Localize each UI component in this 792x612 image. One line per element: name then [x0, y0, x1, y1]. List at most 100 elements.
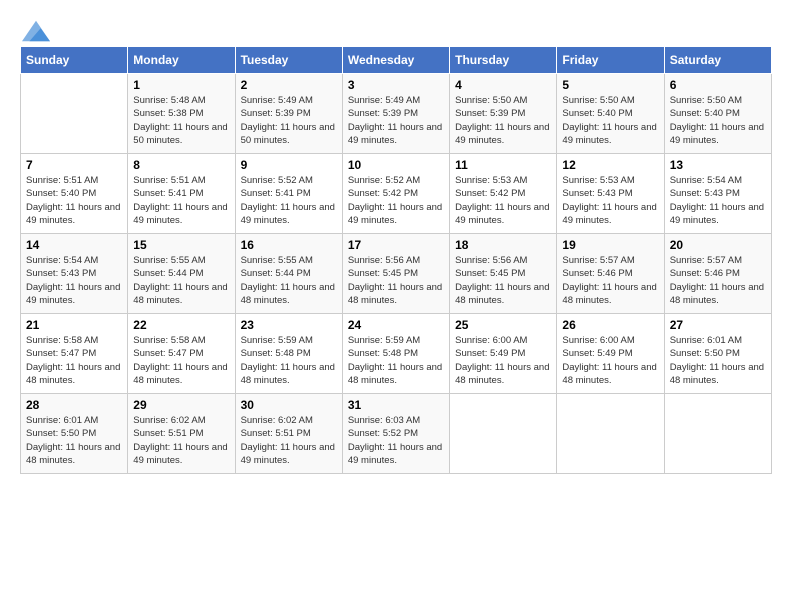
calendar-cell: 18 Sunrise: 5:56 AMSunset: 5:45 PMDaylig… — [450, 234, 557, 314]
day-sunrise: Sunrise: 5:59 AMSunset: 5:48 PMDaylight:… — [241, 335, 335, 386]
day-number: 1 — [133, 78, 229, 92]
calendar-cell: 31 Sunrise: 6:03 AMSunset: 5:52 PMDaylig… — [342, 394, 449, 474]
day-number: 30 — [241, 398, 337, 412]
day-sunrise: Sunrise: 5:54 AMSunset: 5:43 PMDaylight:… — [26, 255, 120, 306]
logo-icon — [22, 20, 50, 42]
day-sunrise: Sunrise: 5:49 AMSunset: 5:39 PMDaylight:… — [348, 95, 442, 146]
day-sunrise: Sunrise: 6:02 AMSunset: 5:51 PMDaylight:… — [133, 415, 227, 466]
calendar-cell: 6 Sunrise: 5:50 AMSunset: 5:40 PMDayligh… — [664, 74, 771, 154]
calendar-cell: 28 Sunrise: 6:01 AMSunset: 5:50 PMDaylig… — [21, 394, 128, 474]
day-sunrise: Sunrise: 5:49 AMSunset: 5:39 PMDaylight:… — [241, 95, 335, 146]
day-sunrise: Sunrise: 5:58 AMSunset: 5:47 PMDaylight:… — [133, 335, 227, 386]
day-number: 24 — [348, 318, 444, 332]
calendar-cell: 22 Sunrise: 5:58 AMSunset: 5:47 PMDaylig… — [128, 314, 235, 394]
day-number: 19 — [562, 238, 658, 252]
weekday-header: Sunday — [21, 47, 128, 74]
day-sunrise: Sunrise: 5:50 AMSunset: 5:40 PMDaylight:… — [670, 95, 764, 146]
calendar-cell: 24 Sunrise: 5:59 AMSunset: 5:48 PMDaylig… — [342, 314, 449, 394]
calendar-cell: 1 Sunrise: 5:48 AMSunset: 5:38 PMDayligh… — [128, 74, 235, 154]
day-sunrise: Sunrise: 5:57 AMSunset: 5:46 PMDaylight:… — [562, 255, 656, 306]
calendar-week-row: 7 Sunrise: 5:51 AMSunset: 5:40 PMDayligh… — [21, 154, 772, 234]
calendar-cell: 7 Sunrise: 5:51 AMSunset: 5:40 PMDayligh… — [21, 154, 128, 234]
calendar-cell: 9 Sunrise: 5:52 AMSunset: 5:41 PMDayligh… — [235, 154, 342, 234]
day-sunrise: Sunrise: 6:03 AMSunset: 5:52 PMDaylight:… — [348, 415, 442, 466]
weekday-header: Tuesday — [235, 47, 342, 74]
day-sunrise: Sunrise: 5:52 AMSunset: 5:42 PMDaylight:… — [348, 175, 442, 226]
day-number: 6 — [670, 78, 766, 92]
calendar-cell: 20 Sunrise: 5:57 AMSunset: 5:46 PMDaylig… — [664, 234, 771, 314]
day-number: 11 — [455, 158, 551, 172]
weekday-header: Monday — [128, 47, 235, 74]
day-number: 17 — [348, 238, 444, 252]
day-number: 7 — [26, 158, 122, 172]
day-sunrise: Sunrise: 5:57 AMSunset: 5:46 PMDaylight:… — [670, 255, 764, 306]
day-sunrise: Sunrise: 5:54 AMSunset: 5:43 PMDaylight:… — [670, 175, 764, 226]
day-sunrise: Sunrise: 5:48 AMSunset: 5:38 PMDaylight:… — [133, 95, 227, 146]
calendar-week-row: 21 Sunrise: 5:58 AMSunset: 5:47 PMDaylig… — [21, 314, 772, 394]
calendar-cell: 23 Sunrise: 5:59 AMSunset: 5:48 PMDaylig… — [235, 314, 342, 394]
calendar-cell: 15 Sunrise: 5:55 AMSunset: 5:44 PMDaylig… — [128, 234, 235, 314]
day-number: 8 — [133, 158, 229, 172]
day-number: 13 — [670, 158, 766, 172]
day-number: 21 — [26, 318, 122, 332]
calendar-cell — [664, 394, 771, 474]
day-sunrise: Sunrise: 5:53 AMSunset: 5:43 PMDaylight:… — [562, 175, 656, 226]
calendar-cell: 8 Sunrise: 5:51 AMSunset: 5:41 PMDayligh… — [128, 154, 235, 234]
day-number: 31 — [348, 398, 444, 412]
calendar-cell: 5 Sunrise: 5:50 AMSunset: 5:40 PMDayligh… — [557, 74, 664, 154]
day-number: 12 — [562, 158, 658, 172]
day-number: 3 — [348, 78, 444, 92]
day-number: 2 — [241, 78, 337, 92]
day-number: 28 — [26, 398, 122, 412]
day-sunrise: Sunrise: 5:55 AMSunset: 5:44 PMDaylight:… — [241, 255, 335, 306]
calendar-cell — [21, 74, 128, 154]
calendar-cell: 17 Sunrise: 5:56 AMSunset: 5:45 PMDaylig… — [342, 234, 449, 314]
day-number: 16 — [241, 238, 337, 252]
day-sunrise: Sunrise: 5:55 AMSunset: 5:44 PMDaylight:… — [133, 255, 227, 306]
day-sunrise: Sunrise: 5:50 AMSunset: 5:39 PMDaylight:… — [455, 95, 549, 146]
day-number: 10 — [348, 158, 444, 172]
calendar-cell — [450, 394, 557, 474]
day-sunrise: Sunrise: 6:00 AMSunset: 5:49 PMDaylight:… — [562, 335, 656, 386]
calendar-table: SundayMondayTuesdayWednesdayThursdayFrid… — [20, 46, 772, 474]
calendar-cell: 26 Sunrise: 6:00 AMSunset: 5:49 PMDaylig… — [557, 314, 664, 394]
day-sunrise: Sunrise: 5:50 AMSunset: 5:40 PMDaylight:… — [562, 95, 656, 146]
weekday-header: Friday — [557, 47, 664, 74]
weekday-header-row: SundayMondayTuesdayWednesdayThursdayFrid… — [21, 47, 772, 74]
calendar-cell: 2 Sunrise: 5:49 AMSunset: 5:39 PMDayligh… — [235, 74, 342, 154]
day-sunrise: Sunrise: 5:51 AMSunset: 5:41 PMDaylight:… — [133, 175, 227, 226]
calendar-cell: 13 Sunrise: 5:54 AMSunset: 5:43 PMDaylig… — [664, 154, 771, 234]
day-sunrise: Sunrise: 5:52 AMSunset: 5:41 PMDaylight:… — [241, 175, 335, 226]
day-sunrise: Sunrise: 6:01 AMSunset: 5:50 PMDaylight:… — [670, 335, 764, 386]
day-number: 22 — [133, 318, 229, 332]
day-number: 15 — [133, 238, 229, 252]
day-sunrise: Sunrise: 5:58 AMSunset: 5:47 PMDaylight:… — [26, 335, 120, 386]
day-number: 25 — [455, 318, 551, 332]
day-number: 14 — [26, 238, 122, 252]
calendar-cell: 25 Sunrise: 6:00 AMSunset: 5:49 PMDaylig… — [450, 314, 557, 394]
calendar-cell: 10 Sunrise: 5:52 AMSunset: 5:42 PMDaylig… — [342, 154, 449, 234]
calendar-cell: 16 Sunrise: 5:55 AMSunset: 5:44 PMDaylig… — [235, 234, 342, 314]
calendar-cell: 11 Sunrise: 5:53 AMSunset: 5:42 PMDaylig… — [450, 154, 557, 234]
calendar-week-row: 28 Sunrise: 6:01 AMSunset: 5:50 PMDaylig… — [21, 394, 772, 474]
calendar-cell: 3 Sunrise: 5:49 AMSunset: 5:39 PMDayligh… — [342, 74, 449, 154]
day-sunrise: Sunrise: 6:02 AMSunset: 5:51 PMDaylight:… — [241, 415, 335, 466]
day-number: 20 — [670, 238, 766, 252]
calendar-cell: 29 Sunrise: 6:02 AMSunset: 5:51 PMDaylig… — [128, 394, 235, 474]
day-sunrise: Sunrise: 5:53 AMSunset: 5:42 PMDaylight:… — [455, 175, 549, 226]
weekday-header: Wednesday — [342, 47, 449, 74]
day-number: 18 — [455, 238, 551, 252]
day-number: 5 — [562, 78, 658, 92]
calendar-cell: 21 Sunrise: 5:58 AMSunset: 5:47 PMDaylig… — [21, 314, 128, 394]
day-sunrise: Sunrise: 5:51 AMSunset: 5:40 PMDaylight:… — [26, 175, 120, 226]
calendar-week-row: 1 Sunrise: 5:48 AMSunset: 5:38 PMDayligh… — [21, 74, 772, 154]
calendar-cell: 27 Sunrise: 6:01 AMSunset: 5:50 PMDaylig… — [664, 314, 771, 394]
day-number: 9 — [241, 158, 337, 172]
day-sunrise: Sunrise: 6:01 AMSunset: 5:50 PMDaylight:… — [26, 415, 120, 466]
day-sunrise: Sunrise: 6:00 AMSunset: 5:49 PMDaylight:… — [455, 335, 549, 386]
calendar-cell: 4 Sunrise: 5:50 AMSunset: 5:39 PMDayligh… — [450, 74, 557, 154]
calendar-cell: 14 Sunrise: 5:54 AMSunset: 5:43 PMDaylig… — [21, 234, 128, 314]
calendar-cell: 12 Sunrise: 5:53 AMSunset: 5:43 PMDaylig… — [557, 154, 664, 234]
day-number: 29 — [133, 398, 229, 412]
weekday-header: Thursday — [450, 47, 557, 74]
